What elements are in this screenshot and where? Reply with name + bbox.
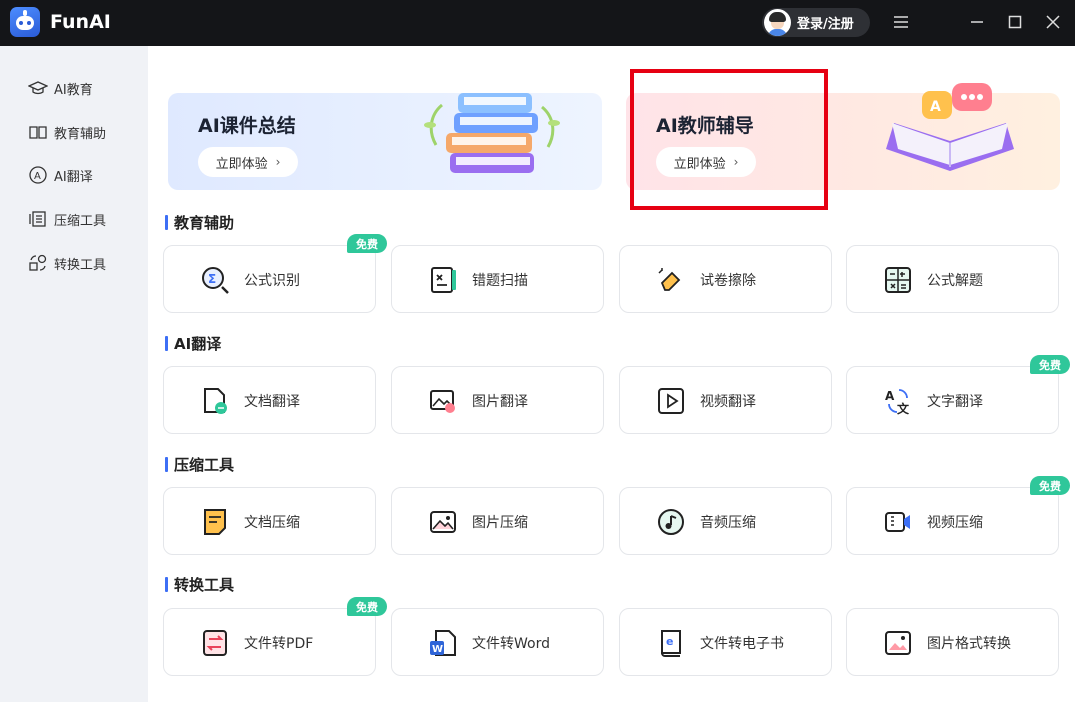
svg-text:文: 文 [897, 401, 910, 416]
highlight-box [630, 69, 828, 210]
card-formula-recognition[interactable]: Σ 公式识别 [163, 245, 376, 313]
card-video-compress[interactable]: 视频压缩 [846, 487, 1059, 555]
card-audio-compress[interactable]: 音频压缩 [619, 487, 832, 555]
svg-text:e: e [666, 635, 673, 648]
section-title-compress-tools: 压缩工具 [165, 454, 234, 475]
section-title-ai-translate: AI翻译 [165, 333, 221, 354]
card-label: 公式识别 [244, 273, 300, 289]
card-label: 图片格式转换 [927, 636, 1011, 652]
maximize-icon[interactable] [1004, 11, 1026, 33]
doc-compress-icon [204, 509, 226, 535]
try-now-label: 立即体验 [215, 156, 268, 172]
card-label: 视频压缩 [927, 515, 983, 531]
chevron-right-icon: › [275, 155, 281, 169]
card-image-compress[interactable]: 图片压缩 [391, 487, 604, 555]
card-label: 音频压缩 [700, 515, 756, 531]
app-title: FunAI [50, 11, 111, 33]
card-label: 公式解题 [927, 273, 983, 289]
card-file-to-ebook[interactable]: e 文件转电子书 [619, 608, 832, 676]
formula-scan-icon: Σ [202, 267, 229, 294]
card-label: 文件转PDF [244, 636, 314, 652]
sidebar: AI教育 教育辅助 A AI翻译 压缩工具 转换工具 [0, 46, 148, 702]
card-label: 文档翻译 [244, 394, 300, 410]
ebook-icon: e [661, 630, 681, 657]
convert-icon [29, 254, 47, 271]
word-icon: W [430, 630, 456, 656]
avatar [764, 9, 791, 36]
sidebar-item-label: 转换工具 [54, 257, 107, 273]
notebook-scan-icon [431, 267, 456, 293]
image-translate-icon [430, 390, 455, 413]
card-label: 错题扫描 [472, 273, 528, 289]
svg-text:W: W [432, 644, 443, 655]
image-compress-icon [430, 511, 456, 533]
banner-courseware-summary[interactable]: AI课件总结 立即体验 › [168, 93, 602, 190]
sidebar-item-convert-tools[interactable]: 转换工具 [28, 252, 106, 274]
video-play-icon [658, 388, 684, 414]
card-doc-translate[interactable]: 文档翻译 [163, 366, 376, 434]
eraser-icon [658, 268, 681, 291]
open-book-chat-illustration: A [886, 83, 1014, 171]
card-label: 文字翻译 [927, 394, 983, 410]
books-illustration [424, 93, 560, 173]
video-camera-icon [885, 512, 910, 532]
card-image-format-convert[interactable]: 图片格式转换 [846, 608, 1059, 676]
card-label: 图片压缩 [472, 515, 528, 531]
try-now-button[interactable]: 立即体验 › [198, 147, 298, 177]
card-wrong-question-scan[interactable]: 错题扫描 [391, 245, 604, 313]
calculator-icon [885, 267, 911, 293]
svg-text:A: A [34, 171, 41, 182]
image-format-icon [885, 631, 911, 655]
title-bar: FunAI 登录/注册 [0, 0, 1075, 46]
card-image-translate[interactable]: 图片翻译 [391, 366, 604, 434]
sidebar-item-label: AI教育 [54, 82, 93, 98]
menu-icon[interactable] [890, 11, 912, 33]
pdf-convert-icon [203, 630, 227, 656]
close-icon[interactable] [1042, 11, 1064, 33]
card-file-to-pdf[interactable]: 文件转PDF [163, 608, 376, 676]
translate-icon: A [29, 166, 47, 184]
sidebar-item-label: 教育辅助 [54, 126, 107, 142]
music-disc-icon [658, 509, 684, 535]
free-badge: 免费 [1030, 476, 1070, 495]
app-logo-icon [10, 7, 40, 37]
doc-translate-icon [204, 388, 227, 414]
svg-text:A: A [930, 99, 941, 115]
card-label: 文件转Word [472, 636, 550, 652]
book-icon [29, 126, 47, 139]
text-translate-icon: A文 [885, 389, 910, 416]
card-label: 视频翻译 [700, 394, 756, 410]
graduation-cap-icon [28, 81, 48, 95]
section-title-education-assist: 教育辅助 [165, 212, 234, 233]
free-badge: 免费 [347, 597, 387, 616]
card-label: 试卷擦除 [700, 273, 756, 289]
free-badge: 免费 [1030, 355, 1070, 374]
sidebar-item-ai-education[interactable]: AI教育 [28, 77, 93, 99]
card-text-translate[interactable]: A文 文字翻译 [846, 366, 1059, 434]
login-register-label: 登录/注册 [797, 17, 854, 32]
banner-title: AI课件总结 [198, 115, 296, 137]
login-register-button[interactable]: 登录/注册 [762, 8, 870, 37]
card-label: 图片翻译 [472, 394, 528, 410]
card-paper-erase[interactable]: 试卷擦除 [619, 245, 832, 313]
sidebar-item-label: AI翻译 [54, 169, 93, 185]
svg-text:A: A [885, 389, 895, 403]
card-formula-solve[interactable]: 公式解题 [846, 245, 1059, 313]
sidebar-item-compress-tools[interactable]: 压缩工具 [28, 208, 106, 230]
svg-text:Σ: Σ [208, 272, 216, 286]
card-label: 文档压缩 [244, 515, 300, 531]
compress-icon [29, 211, 46, 227]
minimize-icon[interactable] [966, 11, 988, 33]
sidebar-item-education-assist[interactable]: 教育辅助 [28, 121, 106, 143]
card-video-translate[interactable]: 视频翻译 [619, 366, 832, 434]
section-title-convert-tools: 转换工具 [165, 574, 234, 595]
card-file-to-word[interactable]: W 文件转Word [391, 608, 604, 676]
sidebar-item-label: 压缩工具 [54, 213, 107, 229]
card-label: 文件转电子书 [700, 636, 784, 652]
card-doc-compress[interactable]: 文档压缩 [163, 487, 376, 555]
sidebar-item-ai-translate[interactable]: A AI翻译 [28, 164, 93, 186]
free-badge: 免费 [347, 234, 387, 253]
